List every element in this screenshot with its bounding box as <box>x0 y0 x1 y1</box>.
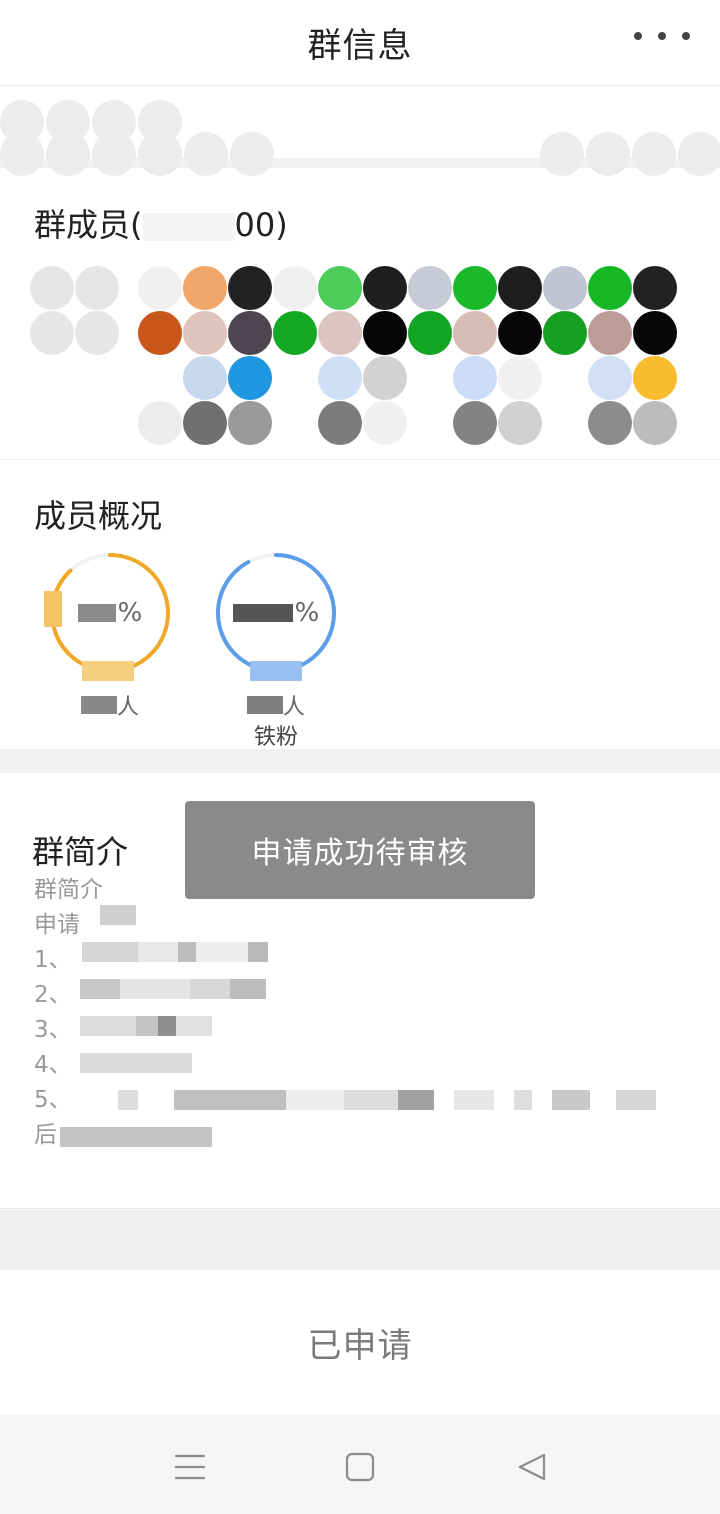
member-avatar[interactable] <box>408 311 452 355</box>
privacy-mask <box>80 1016 212 1036</box>
member-avatar[interactable] <box>183 401 227 445</box>
member-avatar[interactable] <box>588 266 632 310</box>
more-dot-icon <box>658 32 666 40</box>
member-avatar[interactable] <box>318 356 362 400</box>
member-avatar[interactable] <box>633 401 677 445</box>
privacy-mask <box>82 942 268 962</box>
section-divider <box>0 1210 720 1270</box>
member-ring-1: % 人 <box>44 551 172 720</box>
member-avatar[interactable] <box>183 311 227 355</box>
privacy-mask <box>0 132 276 176</box>
member-avatar[interactable] <box>543 356 587 400</box>
privacy-mask <box>250 661 302 681</box>
back-triangle-icon[interactable] <box>512 1447 552 1487</box>
member-avatar[interactable] <box>498 266 542 310</box>
member-avatar[interactable] <box>183 266 227 310</box>
member-avatar[interactable] <box>543 311 587 355</box>
member-avatar[interactable] <box>228 266 272 310</box>
page-title: 群信息 <box>307 26 413 66</box>
applied-button[interactable]: 已申请 <box>0 1270 720 1415</box>
group-info-page: 群信息 群成员(00) 成员概况 % 人 % 人 铁粉 群简介 群简介 申请 … <box>0 0 720 1514</box>
member-avatar[interactable] <box>633 266 677 310</box>
intro-line: 5、 <box>34 1087 72 1113</box>
member-avatar[interactable] <box>273 266 317 310</box>
privacy-mask <box>118 1090 656 1110</box>
member-avatar[interactable] <box>318 401 362 445</box>
intro-line: 群简介 <box>34 877 103 903</box>
member-avatar[interactable] <box>498 356 542 400</box>
home-square-icon[interactable] <box>340 1447 380 1487</box>
privacy-mask <box>60 1127 212 1147</box>
privacy-mask <box>80 1053 192 1073</box>
privacy-mask <box>82 661 134 681</box>
member-avatar[interactable] <box>453 356 497 400</box>
member-avatar[interactable] <box>408 401 452 445</box>
menu-icon[interactable] <box>170 1447 210 1487</box>
more-dot-icon <box>634 32 642 40</box>
ring-count-1: 人 <box>48 689 172 721</box>
member-avatar[interactable] <box>408 266 452 310</box>
privacy-mask <box>142 213 235 241</box>
member-avatar[interactable] <box>543 401 587 445</box>
members-title: 群成员(00) <box>34 206 288 244</box>
member-avatar-grid[interactable] <box>138 266 677 446</box>
ring-percent-1: % <box>48 551 172 675</box>
member-avatar[interactable] <box>543 266 587 310</box>
group-members-section[interactable]: 群成员(00) <box>0 178 720 460</box>
member-avatar[interactable] <box>138 266 182 310</box>
privacy-mask <box>77 604 116 622</box>
ring-percent-2: % <box>214 551 338 675</box>
system-nav-bar <box>0 1415 720 1514</box>
privacy-mask <box>246 696 283 714</box>
member-avatar[interactable] <box>408 356 452 400</box>
member-avatar[interactable] <box>633 311 677 355</box>
privacy-mask <box>100 905 136 925</box>
member-avatar[interactable] <box>228 356 272 400</box>
member-avatar[interactable] <box>363 401 407 445</box>
apply-success-toast: 申请成功待审核 <box>185 801 535 899</box>
ring-count-2: 人 <box>214 689 338 721</box>
member-avatar[interactable] <box>228 401 272 445</box>
overview-title: 成员概况 <box>34 497 163 535</box>
member-avatar[interactable] <box>588 356 632 400</box>
privacy-mask <box>232 604 293 622</box>
title-bar: 群信息 <box>0 0 720 86</box>
more-dot-icon <box>682 32 690 40</box>
privacy-mask <box>540 132 720 176</box>
member-avatar[interactable] <box>318 311 362 355</box>
member-avatar[interactable] <box>183 356 227 400</box>
member-avatar[interactable] <box>273 356 317 400</box>
more-options-button[interactable] <box>634 24 690 48</box>
member-avatar[interactable] <box>453 401 497 445</box>
intro-line: 申请 <box>34 912 80 938</box>
intro-text: 群简介 申请 1、 2、 3、 4、 5、 后 <box>34 873 103 1153</box>
member-avatar[interactable] <box>498 401 542 445</box>
ring-label-2: 铁粉 <box>253 725 298 750</box>
privacy-mask <box>80 979 266 999</box>
member-avatar[interactable] <box>273 401 317 445</box>
member-overview-section: 成员概况 % 人 % 人 铁粉 <box>0 461 720 773</box>
member-ring-2: % 人 铁粉 <box>214 551 338 750</box>
member-avatar[interactable] <box>138 356 182 400</box>
member-avatar[interactable] <box>228 311 272 355</box>
member-avatar[interactable] <box>588 311 632 355</box>
member-avatar[interactable] <box>588 401 632 445</box>
member-avatar[interactable] <box>363 356 407 400</box>
member-avatar[interactable] <box>453 266 497 310</box>
member-avatar[interactable] <box>498 311 542 355</box>
privacy-mask <box>30 266 130 446</box>
member-avatar[interactable] <box>363 311 407 355</box>
intro-title: 群简介 <box>32 833 129 871</box>
member-avatar[interactable] <box>138 401 182 445</box>
member-avatar[interactable] <box>363 266 407 310</box>
privacy-mask <box>44 591 62 627</box>
member-avatar[interactable] <box>318 266 362 310</box>
group-banner-masked[interactable] <box>0 86 720 176</box>
privacy-mask <box>80 696 117 714</box>
member-avatar[interactable] <box>633 356 677 400</box>
member-avatar[interactable] <box>453 311 497 355</box>
member-avatar[interactable] <box>138 311 182 355</box>
member-avatar[interactable] <box>273 311 317 355</box>
